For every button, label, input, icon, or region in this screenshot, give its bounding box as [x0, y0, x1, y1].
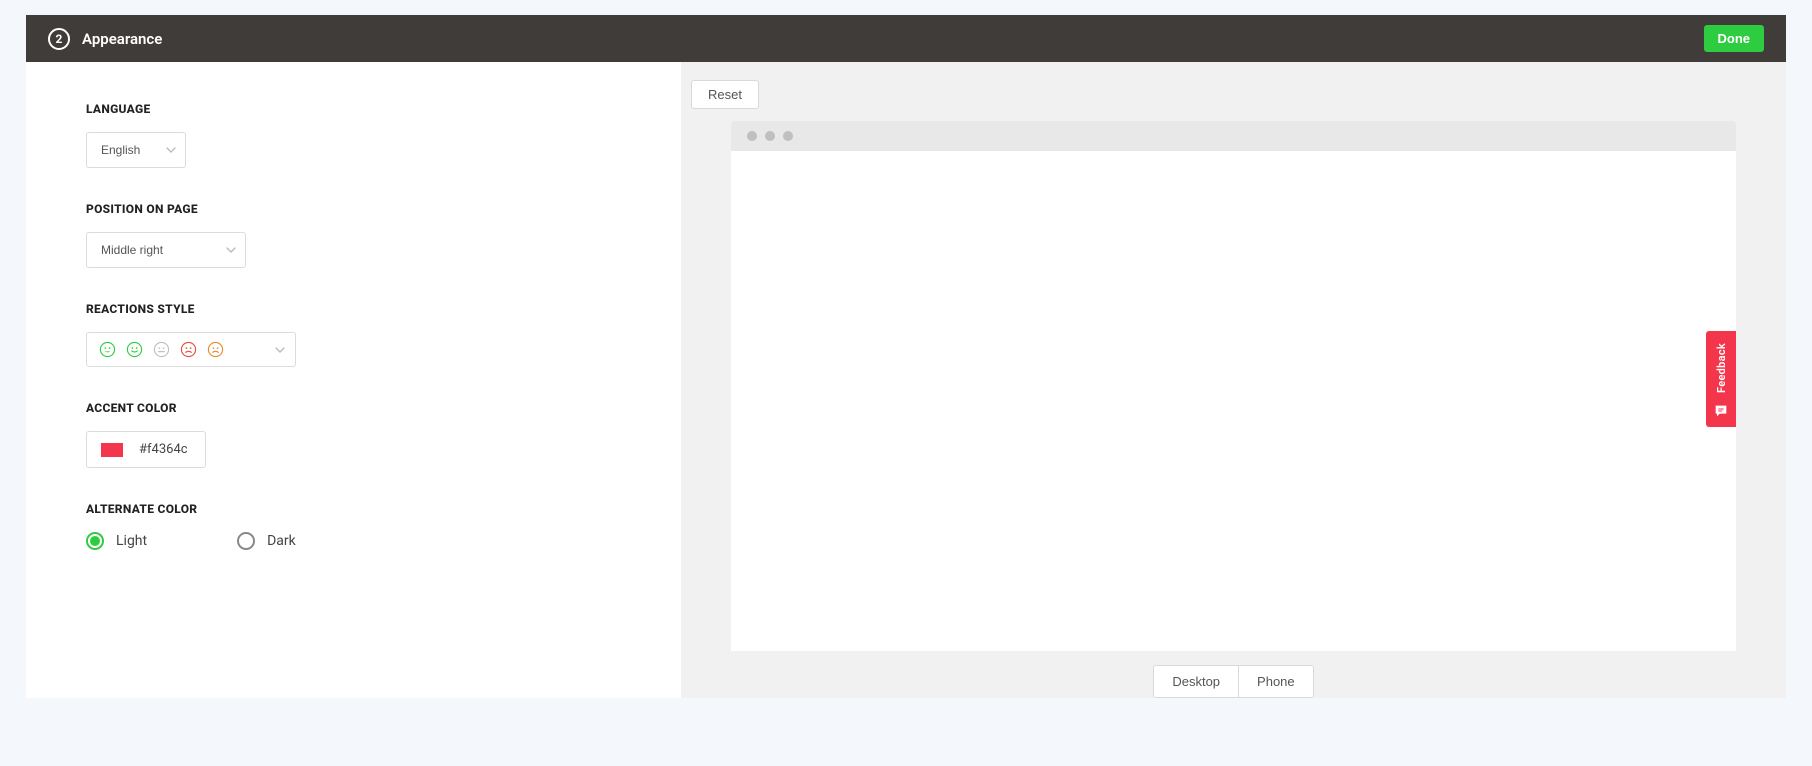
face-grin-icon — [99, 341, 116, 358]
reset-button[interactable]: Reset — [691, 80, 759, 109]
preview-panel: Reset Feedback — [681, 62, 1786, 698]
accent-color-value: #f4364c — [139, 442, 188, 457]
preview-phone-button[interactable]: Phone — [1238, 666, 1313, 697]
alternate-light-label: Light — [116, 533, 147, 549]
window-dot-icon — [783, 131, 793, 141]
step-header: 2 Appearance Done — [26, 15, 1786, 62]
face-frown-icon — [180, 341, 197, 358]
browser-preview: Feedback — [731, 121, 1736, 651]
language-value: English — [101, 143, 140, 157]
step-title: Appearance — [82, 30, 162, 48]
reactions-faces — [99, 341, 224, 358]
position-value: Middle right — [101, 243, 163, 257]
window-dot-icon — [765, 131, 775, 141]
chevron-down-icon — [275, 345, 285, 355]
preview-view-toggle: Desktop Phone — [1153, 665, 1313, 698]
reactions-label: REACTIONS STYLE — [86, 302, 621, 316]
browser-chrome — [731, 121, 1736, 151]
language-label: LANGUAGE — [86, 102, 621, 116]
accent-color-picker[interactable]: #f4364c — [86, 431, 206, 468]
done-button[interactable]: Done — [1704, 25, 1765, 52]
face-smile-icon — [126, 341, 143, 358]
alternate-color-label: ALTERNATE COLOR — [86, 502, 621, 516]
chat-icon — [1713, 403, 1729, 419]
accent-color-label: ACCENT COLOR — [86, 401, 621, 415]
step-number-badge: 2 — [48, 28, 70, 50]
browser-viewport: Feedback — [731, 151, 1736, 651]
position-select[interactable]: Middle right — [86, 232, 246, 268]
reactions-style-select[interactable] — [86, 332, 296, 367]
alternate-light-radio[interactable]: Light — [86, 532, 147, 550]
feedback-tab-label: Feedback — [1715, 343, 1728, 393]
alternate-dark-radio[interactable]: Dark — [237, 532, 296, 550]
appearance-form: LANGUAGE English POSITION ON PAGE Middle… — [26, 62, 681, 698]
radio-selected-icon — [86, 532, 104, 550]
position-label: POSITION ON PAGE — [86, 202, 621, 216]
window-dot-icon — [747, 131, 757, 141]
language-select[interactable]: English — [86, 132, 186, 168]
radio-unselected-icon — [237, 532, 255, 550]
face-sad-icon — [207, 341, 224, 358]
preview-desktop-button[interactable]: Desktop — [1154, 666, 1238, 697]
accent-swatch — [101, 443, 123, 457]
alternate-dark-label: Dark — [267, 533, 296, 549]
feedback-widget-tab[interactable]: Feedback — [1706, 331, 1736, 427]
face-neutral-icon — [153, 341, 170, 358]
step-number: 2 — [56, 32, 63, 46]
